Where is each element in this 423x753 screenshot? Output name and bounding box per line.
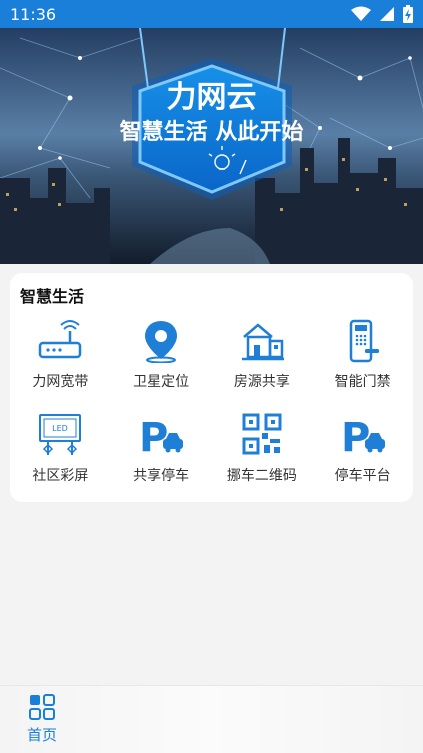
parking-platform-icon: P <box>339 413 387 457</box>
status-bar: 11:36 <box>0 0 423 28</box>
service-label: 力网宽带 <box>32 374 89 390</box>
svg-text:LED: LED <box>53 424 69 433</box>
service-satellite-location[interactable]: 卫星定位 <box>111 313 212 407</box>
parking-car-icon: P <box>137 413 185 457</box>
smart-lock-icon <box>339 319 387 363</box>
location-pin-icon <box>137 319 185 363</box>
house-icon <box>238 319 286 363</box>
svg-text:P: P <box>341 415 370 457</box>
banner-slogan: 智慧生活 从此开始 <box>119 120 304 145</box>
service-label: 卫星定位 <box>133 374 190 390</box>
status-time: 11:36 <box>10 4 57 24</box>
battery-charging-icon <box>403 5 413 23</box>
city-skyline-illustration <box>0 28 423 264</box>
service-housing-share[interactable]: 房源共享 <box>212 313 313 407</box>
hero-banner: 力网云 智慧生活 从此开始 <box>0 28 423 264</box>
service-community-screen[interactable]: LED 社区彩屏 <box>10 407 111 501</box>
service-label: 挪车二维码 <box>226 468 297 484</box>
service-grid: 力网宽带 卫星定位 房源共享 智能门禁 LED 社区彩屏 P 共享停车 挪车二维… <box>10 313 413 501</box>
service-label: 房源共享 <box>233 374 290 390</box>
service-broadband[interactable]: 力网宽带 <box>10 313 111 407</box>
wifi-icon <box>351 6 371 21</box>
grid-home-icon <box>29 694 55 720</box>
service-label: 智能门禁 <box>334 374 391 390</box>
led-screen-icon: LED <box>36 413 84 457</box>
router-icon <box>36 319 84 363</box>
smart-life-card: 智慧生活 力网宽带 卫星定位 房源共享 智能门禁 LED 社区彩屏 P 共享停车… <box>10 273 413 502</box>
svg-text:P: P <box>139 415 168 457</box>
service-shared-parking[interactable]: P 共享停车 <box>111 407 212 501</box>
status-icons <box>351 5 413 23</box>
service-label: 社区彩屏 <box>32 468 89 484</box>
service-parking-platform[interactable]: P 停车平台 <box>312 407 413 501</box>
nav-home-label: 首页 <box>26 726 57 744</box>
nav-home[interactable]: 首页 <box>0 686 84 753</box>
qr-code-icon <box>238 413 286 457</box>
bottom-navigation: 首页 <box>0 685 423 753</box>
service-label: 停车平台 <box>334 468 391 484</box>
service-move-car-qr[interactable]: 挪车二维码 <box>212 407 313 501</box>
section-title: 智慧生活 <box>20 287 85 306</box>
signal-icon <box>380 7 394 21</box>
service-label: 共享停车 <box>133 468 190 484</box>
banner-title: 力网云 <box>166 80 257 115</box>
service-smart-access[interactable]: 智能门禁 <box>312 313 413 407</box>
